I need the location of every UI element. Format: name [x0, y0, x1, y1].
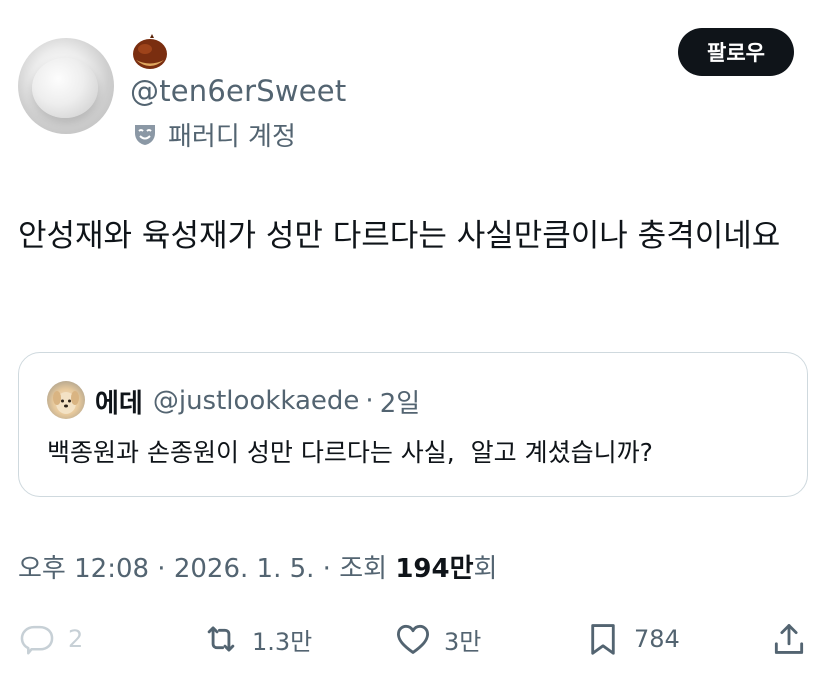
- quoted-author-handle[interactable]: @justlookkaede: [153, 386, 360, 416]
- views-count: 194만: [395, 554, 474, 584]
- quoted-tweet-header: 에데 @justlookkaede · 2일: [95, 381, 420, 421]
- quoted-tweet-time[interactable]: 2일: [380, 383, 420, 420]
- tweet-text: 안성재와 육성재가 성만 다르다는 사실만큼이나 충격이네요: [18, 218, 781, 254]
- avatar-image: [32, 58, 98, 118]
- follow-button[interactable]: 팔로우: [678, 28, 794, 76]
- retweet-count: 1.3만: [252, 627, 313, 656]
- bookmark-icon: [591, 624, 615, 655]
- tweet-meta: 오후 12:08 · 2026. 1. 5. · 조회 194만 회: [18, 548, 497, 585]
- author-avatar[interactable]: [18, 38, 114, 134]
- reply-button[interactable]: 2: [18, 612, 83, 666]
- quoted-tweet[interactable]: 에데 @justlookkaede · 2일 백종원과 손종원이 성만 다르다는…: [18, 352, 808, 497]
- heart-icon: [397, 624, 429, 654]
- like-count: 3만: [444, 627, 482, 656]
- retweet-button[interactable]: 1.3만: [202, 612, 312, 666]
- parody-account-label: 패러디 계정: [132, 116, 296, 152]
- tweet-actions: 2 1.3만 3만 784: [0, 612, 828, 666]
- author-handle[interactable]: @ten6erSweet: [130, 74, 346, 108]
- share-button[interactable]: [770, 612, 808, 666]
- like-button[interactable]: 3만: [394, 612, 481, 666]
- parody-label-text: 패러디 계정: [168, 121, 296, 152]
- tweet-time[interactable]: 오후 12:08: [18, 548, 149, 585]
- separator-dot: ·: [365, 386, 374, 416]
- puppy-icon: [53, 391, 79, 414]
- quoted-tweet-text: 백종원과 손종원이 성만 다르다는 사실, 알고 계셨습니까?: [47, 438, 653, 467]
- chestnut-icon: [133, 34, 167, 69]
- quoted-author-avatar[interactable]: [47, 381, 85, 419]
- bookmark-count: 784: [634, 625, 680, 653]
- quoted-author-name[interactable]: 에데: [95, 383, 143, 420]
- meta-separator: ·: [149, 554, 174, 584]
- tweet-date[interactable]: 2026. 1. 5.: [174, 554, 315, 584]
- views-label: 조회: [339, 554, 388, 584]
- bookmark-button[interactable]: 784: [584, 612, 680, 666]
- meta-separator: ·: [314, 554, 340, 584]
- reply-icon: [20, 625, 54, 655]
- parody-mask-icon: [135, 125, 155, 145]
- views-suffix: 회: [473, 554, 498, 584]
- share-icon: [774, 624, 804, 654]
- retweet-icon: [207, 626, 235, 652]
- reply-count: 2: [68, 625, 84, 653]
